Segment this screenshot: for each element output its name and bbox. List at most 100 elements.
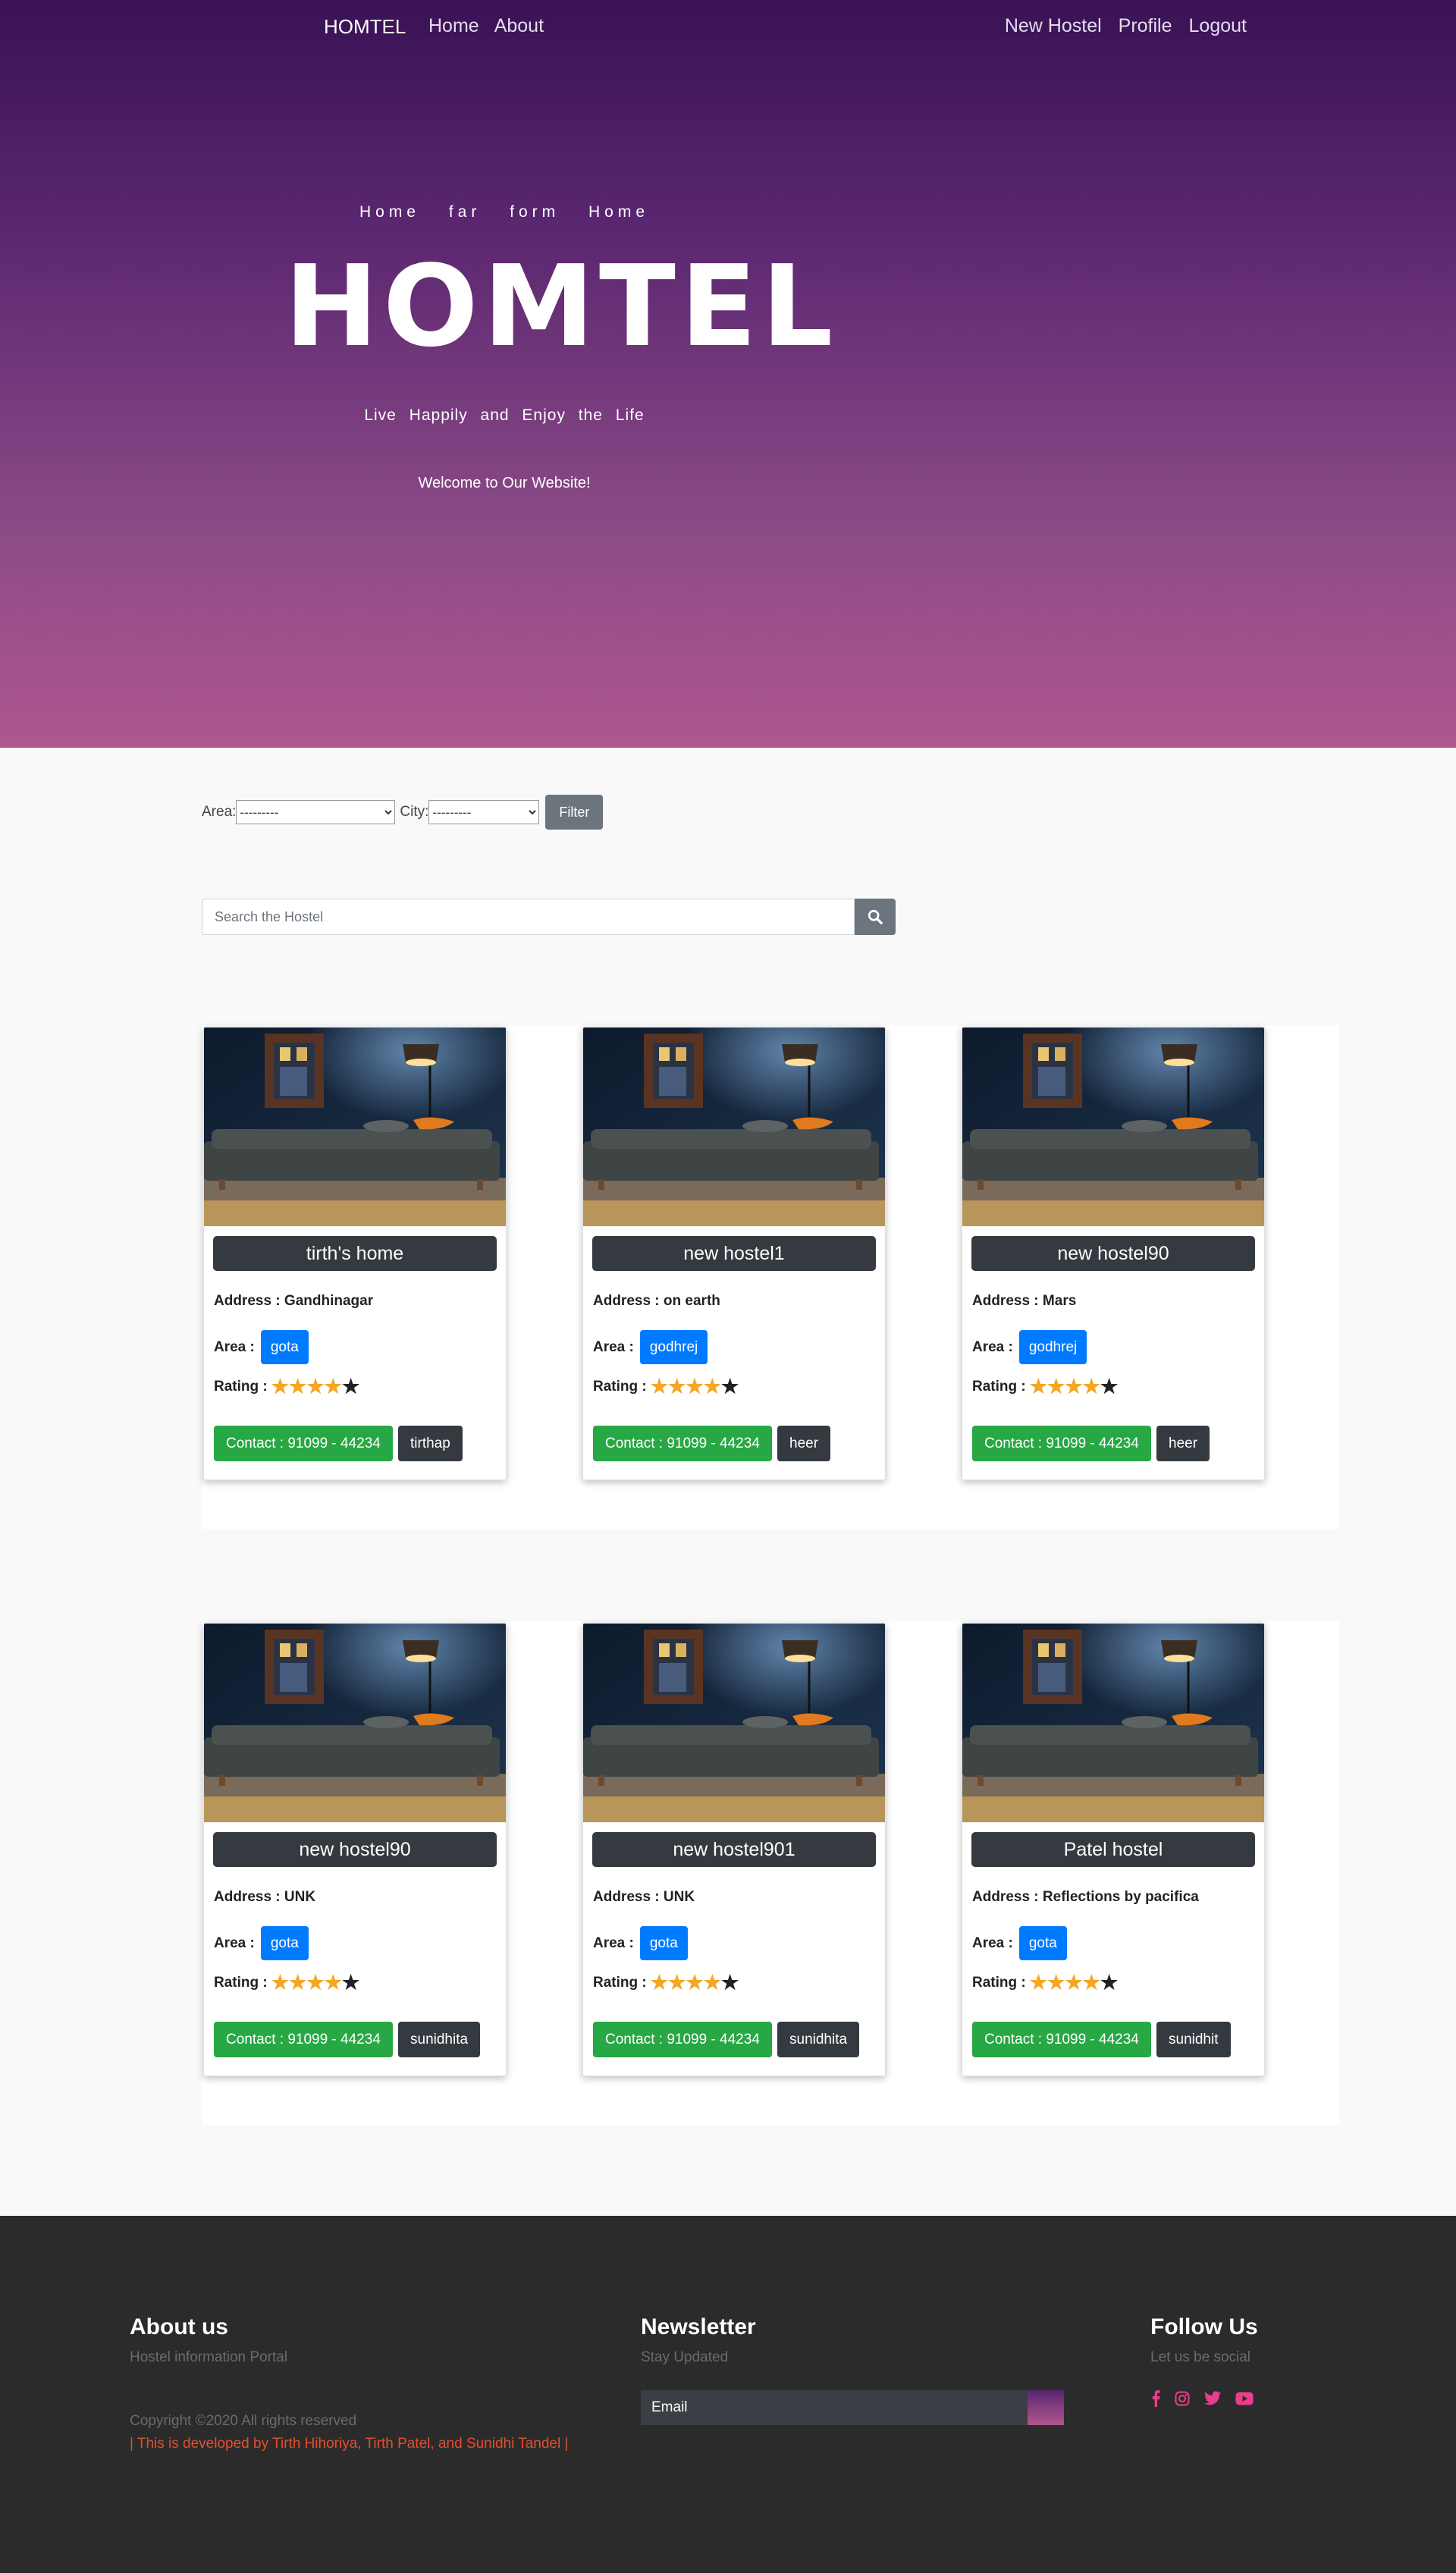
social-links <box>1150 2390 1254 2407</box>
facebook-icon[interactable] <box>1150 2390 1161 2407</box>
search-button[interactable] <box>855 899 896 935</box>
hostel-area: Area : gota <box>214 1330 309 1364</box>
owner-badge[interactable]: tirthap <box>398 1426 463 1461</box>
star-icon: ★ <box>686 1971 704 1994</box>
footer-about: About us Hostel information Portal <box>130 2314 287 2366</box>
city-select[interactable]: --------- <box>428 800 540 824</box>
hostel-area: Area : godhrej <box>972 1330 1087 1364</box>
copyright-text: Copyright ©2020 All rights reserved <box>130 2413 357 2429</box>
star-icon: ★ <box>668 1971 686 1994</box>
hero-tagline: Home far form Home <box>359 203 650 221</box>
navbar: HOMTEL Home About New Hostel Profile Log… <box>0 0 1456 53</box>
instagram-icon[interactable] <box>1175 2391 1190 2406</box>
star-icon: ★ <box>1029 1971 1048 1994</box>
hostel-card[interactable]: new hostel901 Address : UNK Area : gota … <box>582 1623 886 2076</box>
star-icon: ★ <box>650 1971 669 1994</box>
area-badge[interactable]: gota <box>639 1926 688 1960</box>
area-badge[interactable]: gota <box>260 1330 309 1364</box>
hostel-card[interactable]: new hostel1 Address : on earth Area : go… <box>582 1027 886 1480</box>
hostel-card-row: tirth's home Address : Gandhinagar Area … <box>202 1025 1339 1529</box>
city-label: City: <box>400 804 429 820</box>
hostel-rating: Rating : ★★★★★ <box>214 1971 360 1994</box>
hostel-card[interactable]: Patel hostel Address : Reflections by pa… <box>962 1623 1265 2076</box>
about-subtitle: Hostel information Portal <box>130 2349 288 2365</box>
contact-button[interactable]: Contact : 91099 - 44234 <box>214 2022 393 2057</box>
nav-about-link[interactable]: About <box>494 15 544 37</box>
contact-button[interactable]: Contact : 91099 - 44234 <box>593 1426 772 1461</box>
contact-button[interactable]: Contact : 91099 - 44234 <box>214 1426 393 1461</box>
hostel-address: Address : UNK <box>214 1889 316 1905</box>
star-icon: ★ <box>324 1375 342 1398</box>
star-icon: ★ <box>341 1375 360 1398</box>
star-icon: ★ <box>650 1375 669 1398</box>
area-badge[interactable]: godhrej <box>639 1330 708 1364</box>
hostel-rating: Rating : ★★★★★ <box>593 1375 739 1398</box>
area-badge[interactable]: gota <box>1018 1926 1067 1960</box>
owner-badge[interactable]: heer <box>1156 1426 1210 1461</box>
hostel-area: Area : gota <box>214 1926 309 1960</box>
star-icon: ★ <box>1029 1375 1048 1398</box>
footer: About us Hostel information Portal Copyr… <box>0 2216 1456 2573</box>
area-badge[interactable]: godhrej <box>1018 1330 1087 1364</box>
nav-home-link[interactable]: Home <box>428 15 479 37</box>
filter-button[interactable]: Filter <box>545 795 604 830</box>
hostel-rating: Rating : ★★★★★ <box>972 1375 1119 1398</box>
about-title: About us <box>130 2314 228 2339</box>
newsletter-title: Newsletter <box>641 2314 756 2339</box>
hostel-image <box>962 1028 1264 1226</box>
filter-form: Area: --------- City: --------- Filter <box>202 795 604 830</box>
hero-section: HOMTEL Home About New Hostel Profile Log… <box>0 0 1456 748</box>
hostel-rating: Rating : ★★★★★ <box>214 1375 360 1398</box>
star-icon: ★ <box>1100 1971 1119 1994</box>
hostel-address: Address : Gandhinagar <box>214 1293 374 1309</box>
search-bar <box>202 899 896 935</box>
developer-credit: | This is developed by Tirth Hihoriya, T… <box>130 2436 569 2452</box>
nav-logout-link[interactable]: Logout <box>1189 15 1247 37</box>
hostel-card-row: new hostel90 Address : UNK Area : gota R… <box>202 1621 1339 2125</box>
star-icon: ★ <box>1100 1375 1119 1398</box>
footer-newsletter: Newsletter Stay Updated <box>641 2314 756 2366</box>
subscribe-button[interactable] <box>1028 2390 1064 2425</box>
owner-badge[interactable]: sunidhit <box>1156 2022 1231 2057</box>
area-badge[interactable]: gota <box>260 1926 309 1960</box>
star-icon: ★ <box>720 1375 739 1398</box>
star-icon: ★ <box>1065 1375 1083 1398</box>
hostel-address: Address : UNK <box>593 1889 695 1905</box>
nav-profile-link[interactable]: Profile <box>1119 15 1172 37</box>
hostel-name: new hostel90 <box>971 1236 1255 1271</box>
contact-button[interactable]: Contact : 91099 - 44234 <box>972 2022 1151 2057</box>
star-icon: ★ <box>703 1971 721 1994</box>
hero-subtitle: Live Happily and Enjoy the Life <box>364 406 645 424</box>
hostel-address: Address : Mars <box>972 1293 1077 1309</box>
star-icon: ★ <box>341 1971 360 1994</box>
owner-badge[interactable]: sunidhita <box>398 2022 481 2057</box>
star-icon: ★ <box>1047 1971 1065 1994</box>
brand-logo[interactable]: HOMTEL <box>324 15 406 39</box>
star-icon: ★ <box>271 1375 290 1398</box>
hostel-image <box>583 1624 885 1822</box>
hostel-name: Patel hostel <box>971 1832 1255 1867</box>
star-icon: ★ <box>1065 1971 1083 1994</box>
hostel-card[interactable]: new hostel90 Address : Mars Area : godhr… <box>962 1027 1265 1480</box>
hostel-image <box>962 1624 1264 1822</box>
contact-button[interactable]: Contact : 91099 - 44234 <box>972 1426 1151 1461</box>
nav-new-hostel-link[interactable]: New Hostel <box>1005 15 1102 37</box>
hostel-image <box>204 1028 506 1226</box>
owner-badge[interactable]: heer <box>777 1426 831 1461</box>
hostel-name: new hostel1 <box>592 1236 876 1271</box>
search-input[interactable] <box>202 899 855 935</box>
twitter-icon[interactable] <box>1203 2391 1222 2406</box>
nav-left: Home About <box>428 15 544 37</box>
email-input[interactable]: Email <box>641 2390 1028 2425</box>
hostel-rating: Rating : ★★★★★ <box>593 1971 739 1994</box>
star-icon: ★ <box>271 1971 290 1994</box>
hostel-card[interactable]: new hostel90 Address : UNK Area : gota R… <box>203 1623 507 2076</box>
hostel-area: Area : godhrej <box>593 1330 708 1364</box>
contact-button[interactable]: Contact : 91099 - 44234 <box>593 2022 772 2057</box>
hostel-image <box>583 1028 885 1226</box>
youtube-icon[interactable] <box>1235 2392 1254 2405</box>
area-select[interactable]: --------- <box>236 800 396 824</box>
welcome-text: Welcome to Our Website! <box>418 475 591 491</box>
hostel-card[interactable]: tirth's home Address : Gandhinagar Area … <box>203 1027 507 1480</box>
owner-badge[interactable]: sunidhita <box>777 2022 860 2057</box>
